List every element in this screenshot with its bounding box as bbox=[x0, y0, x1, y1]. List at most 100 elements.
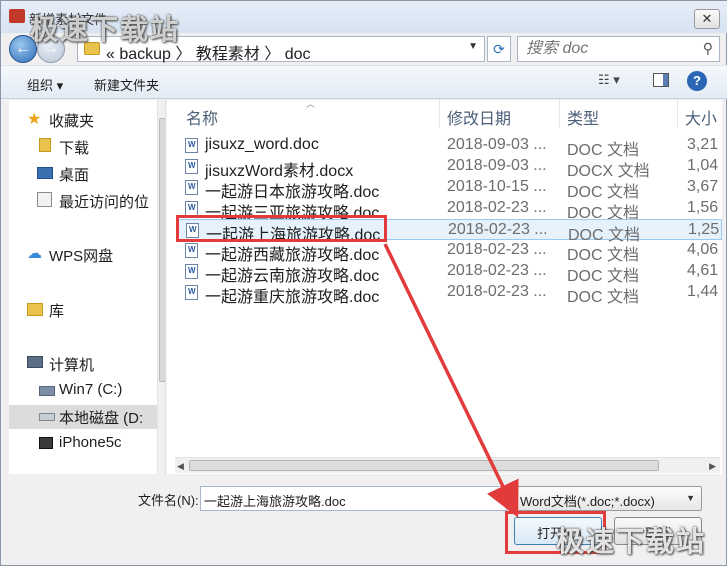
column-header-date[interactable]: 修改日期 bbox=[447, 105, 511, 129]
back-arrow-icon: ← bbox=[15, 40, 31, 57]
desktop-icon bbox=[37, 167, 53, 179]
app-icon bbox=[9, 9, 25, 23]
file-name: 一起游重庆旅游攻略.doc bbox=[205, 289, 380, 306]
back-button[interactable]: ← bbox=[9, 35, 37, 63]
open-button[interactable]: 打开(O) bbox=[514, 517, 602, 545]
sidebar-item-drive-c[interactable]: Win7 (C:) bbox=[9, 379, 149, 403]
file-list: ︿ 名称 修改日期 类型 大小 jisuxz_word.doc 2018-09-… bbox=[167, 100, 722, 474]
search-icon[interactable]: ⚲ bbox=[703, 40, 713, 57]
open-file-dialog: 新增素材文件 ✕ ← → « backup 〉 教程素材 〉 doc ▼ ⟳ ⚲… bbox=[0, 0, 727, 566]
phone-icon bbox=[39, 437, 53, 449]
sidebar-item-wps-cloud[interactable]: ☁ WPS网盘 bbox=[9, 243, 149, 267]
file-date: 2018-02-23 ... bbox=[447, 283, 547, 300]
file-date: 2018-02-23 ... bbox=[447, 262, 547, 279]
computer-icon bbox=[27, 356, 43, 368]
address-bar[interactable]: « backup 〉 教程素材 〉 doc ▼ bbox=[77, 36, 485, 63]
sidebar-item-favorites[interactable]: ★ 收藏夹 bbox=[9, 108, 149, 132]
file-type-select[interactable]: Word文档(*.doc;*.docx) ▼ bbox=[514, 486, 702, 511]
file-size: 3,21 bbox=[687, 136, 719, 153]
scrollbar-thumb[interactable] bbox=[159, 118, 165, 382]
chevron-down-icon[interactable]: ▼ bbox=[468, 41, 478, 52]
file-date: 2018-10-15 ... bbox=[447, 178, 547, 195]
title-bar: 新增素材文件 ✕ bbox=[1, 1, 727, 33]
sidebar-item-label: 最近访问的位 bbox=[59, 194, 150, 211]
file-row[interactable]: jisuxz_word.doc 2018-09-03 ... DOC 文档 3,… bbox=[177, 135, 722, 159]
file-name: jisuxz_word.doc bbox=[205, 136, 319, 153]
star-icon: ★ bbox=[27, 111, 42, 128]
word-document-icon bbox=[185, 180, 198, 195]
column-divider[interactable] bbox=[559, 100, 560, 128]
file-size: 1,44 bbox=[687, 283, 719, 300]
file-row-selected[interactable]: 一起游上海旅游攻略.doc 2018-02-23 ... DOC 文档 1,25 bbox=[177, 219, 722, 244]
file-row[interactable]: 一起游重庆旅游攻略.doc 2018-02-23 ... DOC 文档 1,44 bbox=[177, 282, 722, 306]
file-row[interactable]: 一起游西藏旅游攻略.doc 2018-02-23 ... DOC 文档 4,06 bbox=[177, 240, 722, 264]
sidebar-item-label: 收藏夹 bbox=[49, 113, 95, 130]
sidebar-item-label: Win7 (C:) bbox=[59, 381, 123, 398]
sidebar-item-libraries[interactable]: 库 bbox=[9, 298, 149, 322]
sidebar-item-label: 下载 bbox=[59, 140, 90, 157]
chevron-down-icon[interactable]: ▼ bbox=[490, 492, 500, 503]
file-size: 4,06 bbox=[687, 241, 719, 258]
word-document-icon bbox=[185, 159, 198, 174]
word-document-icon bbox=[185, 264, 198, 279]
window-title: 新增素材文件 bbox=[29, 12, 108, 27]
drive-icon bbox=[39, 386, 55, 396]
sidebar-item-downloads[interactable]: 下载 bbox=[9, 135, 149, 159]
close-button[interactable]: ✕ bbox=[694, 9, 720, 29]
cloud-icon: ☁ bbox=[27, 245, 42, 262]
sidebar-item-computer[interactable]: 计算机 bbox=[9, 352, 149, 376]
sidebar-item-label: 计算机 bbox=[49, 357, 95, 374]
column-divider[interactable] bbox=[439, 100, 440, 128]
help-button[interactable]: ? bbox=[687, 71, 707, 91]
breadcrumb-path[interactable]: backup 〉 教程素材 〉 doc bbox=[119, 46, 310, 63]
refresh-button[interactable]: ⟳ bbox=[487, 36, 511, 62]
refresh-icon: ⟳ bbox=[493, 41, 505, 57]
scroll-left-icon[interactable]: ◀ bbox=[177, 461, 184, 472]
preview-pane-button[interactable] bbox=[653, 73, 669, 87]
scroll-right-icon[interactable]: ▶ bbox=[709, 461, 716, 472]
breadcrumb-overflow[interactable]: « bbox=[106, 46, 115, 63]
sidebar-item-iphone[interactable]: iPhone5c bbox=[9, 432, 149, 456]
sidebar-item-label: 本地磁盘 (D: bbox=[59, 410, 144, 427]
scrollbar-thumb[interactable] bbox=[189, 460, 659, 471]
file-date: 2018-02-23 ... bbox=[447, 241, 547, 258]
file-type-value: Word文档(*.doc;*.docx) bbox=[520, 494, 655, 509]
file-row[interactable]: 一起游日本旅游攻略.doc 2018-10-15 ... DOC 文档 3,67 bbox=[177, 177, 722, 201]
command-toolbar: 组织 ▾ 新建文件夹 ☷ ▾ ? bbox=[1, 65, 727, 99]
column-headers: ︿ 名称 修改日期 类型 大小 bbox=[167, 100, 722, 128]
navigation-pane: ★ 收藏夹 下载 桌面 最近访问的位 ☁ WPS网盘 库 计算机 Win7 (C… bbox=[9, 100, 166, 474]
filename-field[interactable]: 一起游上海旅游攻略.doc bbox=[200, 486, 507, 511]
sidebar-item-recent[interactable]: 最近访问的位 bbox=[9, 189, 157, 213]
sidebar-item-label: iPhone5c bbox=[59, 434, 122, 451]
file-row[interactable]: 一起游三亚旅游攻略.doc 2018-02-23 ... DOC 文档 1,56 bbox=[177, 198, 722, 222]
forward-arrow-icon: → bbox=[43, 40, 59, 57]
horizontal-scrollbar[interactable]: ◀ ▶ bbox=[175, 457, 720, 473]
forward-button[interactable]: → bbox=[37, 35, 65, 63]
file-date: 2018-02-23 ... bbox=[448, 221, 548, 238]
file-row[interactable]: jisuxzWord素材.docx 2018-09-03 ... DOCX 文档… bbox=[177, 156, 722, 180]
file-type: DOC 文档 bbox=[567, 289, 640, 306]
word-document-icon bbox=[186, 223, 199, 238]
file-row[interactable]: 一起游云南旅游攻略.doc 2018-02-23 ... DOC 文档 4,61 bbox=[177, 261, 722, 285]
recent-icon bbox=[37, 192, 52, 207]
organize-button[interactable]: 组织 ▾ bbox=[27, 75, 63, 94]
folder-icon bbox=[39, 138, 51, 152]
sidebar-item-label: WPS网盘 bbox=[49, 248, 114, 265]
file-date: 2018-09-03 ... bbox=[447, 136, 547, 153]
sidebar-item-drive-d[interactable]: 本地磁盘 (D: bbox=[9, 405, 157, 429]
cancel-button[interactable]: 取消 bbox=[614, 517, 702, 545]
search-input[interactable] bbox=[526, 40, 686, 58]
column-header-type[interactable]: 类型 bbox=[567, 105, 599, 129]
sidebar-item-desktop[interactable]: 桌面 bbox=[9, 162, 149, 186]
new-folder-button[interactable]: 新建文件夹 bbox=[94, 75, 159, 94]
column-header-name[interactable]: 名称 bbox=[186, 105, 218, 129]
column-header-size[interactable]: 大小 bbox=[685, 105, 717, 129]
sidebar-scrollbar[interactable] bbox=[157, 100, 165, 474]
file-size: 4,61 bbox=[687, 262, 719, 279]
file-size: 1,04 bbox=[687, 157, 719, 174]
view-options-button[interactable]: ☷ ▾ bbox=[598, 72, 636, 92]
search-box[interactable]: ⚲ bbox=[517, 36, 720, 62]
column-divider[interactable] bbox=[677, 100, 678, 128]
sort-ascending-icon: ︿ bbox=[306, 100, 316, 109]
folder-icon bbox=[84, 42, 100, 55]
